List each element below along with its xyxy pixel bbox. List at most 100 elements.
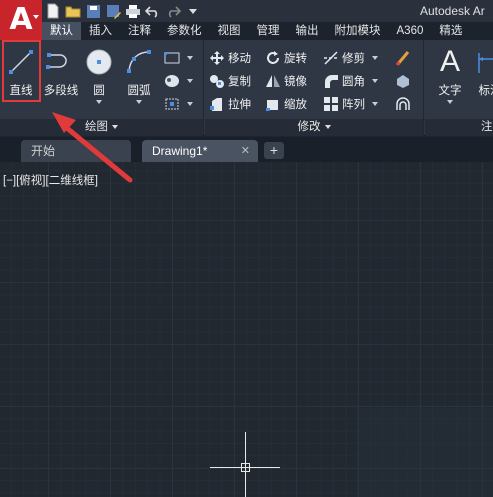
move-label: 移动 xyxy=(228,52,251,65)
arc-button[interactable]: 圆弧 xyxy=(120,44,158,104)
dimension-button[interactable]: 标注 xyxy=(471,44,493,104)
trim-button[interactable]: 修剪 xyxy=(323,46,378,69)
new-tab-button[interactable]: + xyxy=(264,142,284,159)
tab-insert[interactable]: 插入 xyxy=(81,22,120,40)
scale-icon xyxy=(265,96,281,112)
file-tab-start[interactable]: 开始 xyxy=(21,140,131,162)
file-tab-drawing1-label: Drawing1* xyxy=(152,144,208,158)
scale-label: 缩放 xyxy=(284,98,307,111)
file-tab-start-label: 开始 xyxy=(31,144,56,158)
modify-col-3: 修剪 圆角 阵列 xyxy=(323,46,378,115)
copy-label: 复制 xyxy=(228,75,251,88)
hatch-tool[interactable] xyxy=(164,69,193,92)
open-icon[interactable] xyxy=(64,2,82,20)
close-icon[interactable]: ✕ xyxy=(241,140,250,162)
move-button[interactable]: 移动 xyxy=(209,46,251,69)
polyline-label: 多段线 xyxy=(43,85,79,97)
chevron-down-icon[interactable] xyxy=(187,78,193,83)
trim-icon xyxy=(323,50,339,66)
title-bar: Autodesk Ar xyxy=(0,0,493,22)
tab-parametric[interactable]: 参数化 xyxy=(159,22,210,40)
chevron-down-icon[interactable] xyxy=(372,78,378,83)
modify-col-1: 移动 复制 拉伸 xyxy=(209,46,251,115)
move-icon xyxy=(209,50,225,66)
chevron-down-icon[interactable] xyxy=(187,55,193,60)
text-button[interactable]: A 文字 xyxy=(431,44,469,104)
modify-panel-label: 修改 xyxy=(297,121,321,133)
quick-access-toolbar xyxy=(44,2,202,20)
mirror-icon xyxy=(265,73,281,89)
circle-icon xyxy=(82,46,116,78)
viewport-controls[interactable]: [−][俯视][二维线框] xyxy=(3,172,98,188)
chevron-down-icon[interactable] xyxy=(372,55,378,60)
file-tab-drawing1[interactable]: Drawing1* ✕ xyxy=(142,140,258,162)
rectangle-tool[interactable] xyxy=(164,46,193,69)
erase-tool[interactable] xyxy=(395,46,411,69)
modify-col-2: 旋转 镜像 缩放 xyxy=(265,46,307,115)
chevron-down-icon[interactable] xyxy=(447,100,453,104)
array-label: 阵列 xyxy=(342,98,365,111)
annotation-panel: A 文字 标注 注 xyxy=(425,40,493,136)
text-label: 文字 xyxy=(438,85,462,97)
tab-addins[interactable]: 附加模块 xyxy=(327,22,389,40)
dimension-label: 标注 xyxy=(478,85,493,97)
chevron-down-icon[interactable] xyxy=(187,101,193,106)
autocad-logo-icon: A xyxy=(9,2,33,37)
chevron-down-icon xyxy=(33,15,39,19)
mirror-button[interactable]: 镜像 xyxy=(265,69,307,92)
array-icon xyxy=(323,96,339,112)
tab-output[interactable]: 输出 xyxy=(288,22,327,40)
stretch-button[interactable]: 拉伸 xyxy=(209,92,251,115)
trim-label: 修剪 xyxy=(342,52,365,65)
app-title: Autodesk Ar xyxy=(420,4,485,18)
modify-col-4 xyxy=(395,46,411,115)
canvas-overlay xyxy=(357,408,493,497)
copy-button[interactable]: 复制 xyxy=(209,69,251,92)
chevron-down-icon[interactable] xyxy=(372,101,378,106)
stretch-icon xyxy=(209,96,225,112)
application-menu-button[interactable]: A xyxy=(0,0,42,40)
boundary-icon xyxy=(164,96,180,112)
tab-default[interactable]: 默认 xyxy=(42,22,81,40)
explode-tool[interactable] xyxy=(395,69,411,92)
fillet-icon xyxy=(323,73,339,89)
copy-icon xyxy=(209,73,225,89)
offset-tool[interactable] xyxy=(395,92,411,115)
boundary-tool[interactable] xyxy=(164,92,193,115)
rotate-button[interactable]: 旋转 xyxy=(265,46,307,69)
fillet-button[interactable]: 圆角 xyxy=(323,69,378,92)
explode-icon xyxy=(395,73,411,89)
scale-button[interactable]: 缩放 xyxy=(265,92,307,115)
array-button[interactable]: 阵列 xyxy=(323,92,378,115)
save-as-icon[interactable] xyxy=(104,2,122,20)
tab-annotate[interactable]: 注释 xyxy=(120,22,159,40)
circle-label: 圆 xyxy=(93,85,105,97)
pickbox-cursor xyxy=(241,463,250,472)
draw-panel-label: 绘图 xyxy=(85,121,108,133)
offset-icon xyxy=(395,96,411,112)
tab-view[interactable]: 视图 xyxy=(210,22,249,40)
annotation-panel-label: 注 xyxy=(481,121,493,133)
tab-featured[interactable]: 精选 xyxy=(431,22,470,40)
circle-button[interactable]: 圆 xyxy=(80,44,118,104)
polyline-button[interactable]: 多段线 xyxy=(42,44,80,104)
modify-panel-title[interactable]: 修改 xyxy=(205,119,423,136)
undo-icon[interactable] xyxy=(144,2,162,20)
eraser-icon xyxy=(395,50,411,66)
stretch-label: 拉伸 xyxy=(228,98,251,111)
rotate-icon xyxy=(265,50,281,66)
chevron-down-icon[interactable] xyxy=(96,100,102,104)
save-icon[interactable] xyxy=(84,2,102,20)
rectangle-icon xyxy=(164,50,180,66)
customize-icon[interactable] xyxy=(184,2,202,20)
tab-manage[interactable]: 管理 xyxy=(249,22,288,40)
chevron-down-icon[interactable] xyxy=(136,100,142,104)
tab-a360[interactable]: A360 xyxy=(389,22,432,40)
file-tabs-bar: 开始 Drawing1* ✕ + xyxy=(0,137,493,162)
draw-panel-title[interactable]: 绘图 xyxy=(0,119,203,136)
annotation-panel-title[interactable]: 注 xyxy=(425,119,493,136)
print-icon[interactable] xyxy=(124,2,142,20)
new-icon[interactable] xyxy=(44,2,62,20)
arc-icon xyxy=(122,46,156,78)
redo-icon[interactable] xyxy=(164,2,182,20)
